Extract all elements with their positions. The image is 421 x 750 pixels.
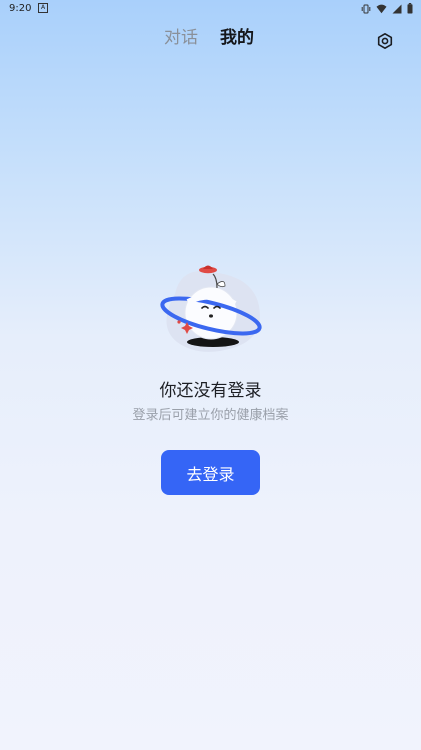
tab-mine[interactable]: 我的 [220,26,254,50]
battery-icon [407,3,413,14]
top-header: 对话 我的 [0,24,421,54]
empty-state-subtitle: 登录后可建立你的健康档案 [132,408,289,423]
planet-mascot-illustration [155,262,267,360]
status-icons [361,3,413,14]
tab-bar: 对话 我的 [164,26,254,50]
status-bar: 9:20 A [0,0,421,18]
login-button-label: 去登录 [186,464,235,484]
status-time: 9:20 [9,3,32,14]
wifi-icon [376,4,387,14]
vibrate-icon [361,4,371,14]
tab-chat[interactable]: 对话 [164,26,198,50]
login-button[interactable]: 去登录 [161,450,260,495]
settings-button[interactable] [376,32,394,50]
gear-icon [377,32,393,50]
empty-state-title: 你还没有登录 [159,381,262,401]
a-notification-icon: A [38,3,48,13]
signal-icon [392,4,402,14]
